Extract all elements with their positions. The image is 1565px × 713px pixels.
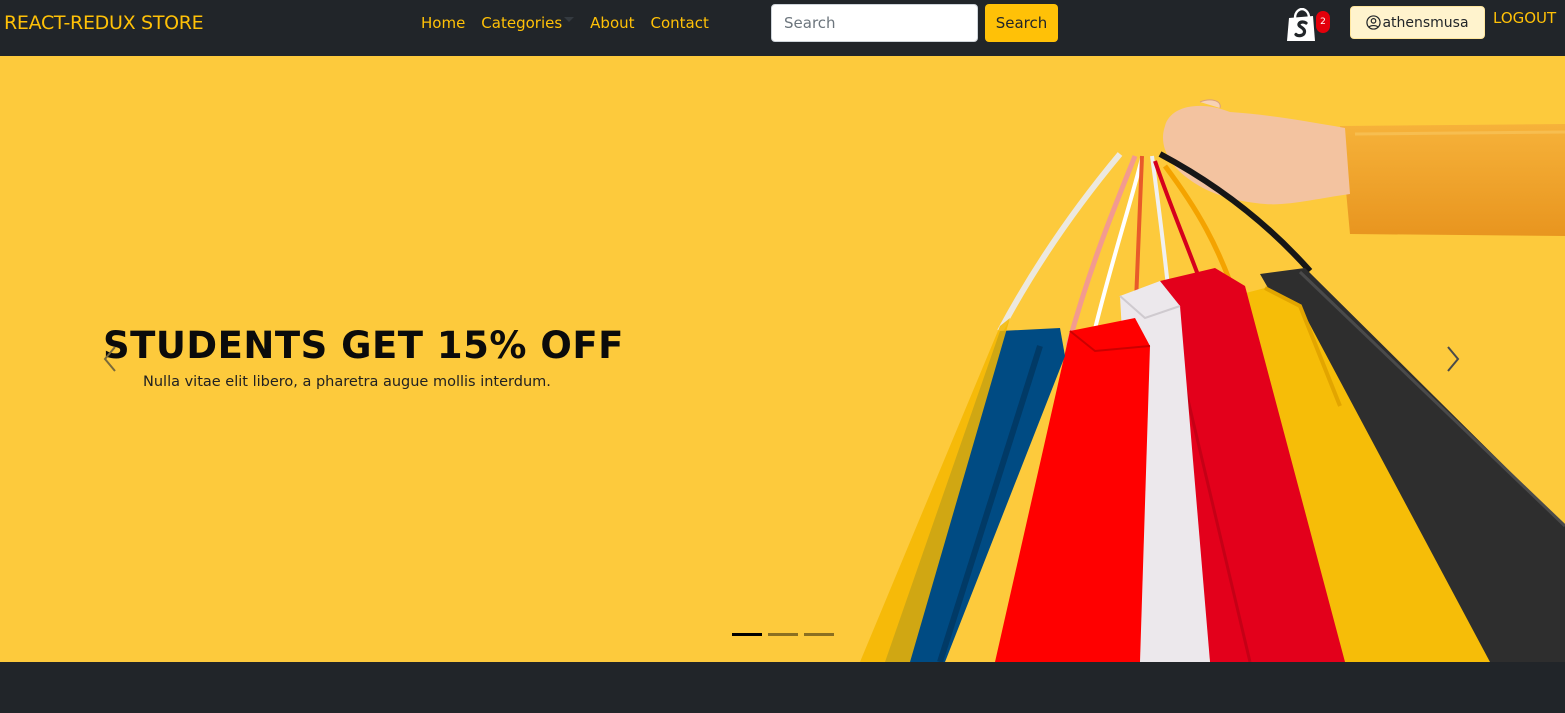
search-input[interactable] (771, 4, 978, 42)
slide-caption: STUDENTS GET 15% OFF Nulla vitae elit li… (103, 324, 624, 390)
cart-count-badge: 2 (1316, 11, 1330, 33)
user-circle-icon (1366, 15, 1382, 30)
slide-title: STUDENTS GET 15% OFF (103, 324, 624, 367)
carousel-indicator-3[interactable] (804, 633, 834, 636)
search-button[interactable]: Search (985, 4, 1058, 42)
chevron-right-icon (1447, 346, 1460, 372)
brand-link[interactable]: REACT-REDUX STORE (4, 12, 204, 34)
hero-carousel: STUDENTS GET 15% OFF Nulla vitae elit li… (0, 56, 1565, 662)
nav-link-categories[interactable]: Categories (481, 14, 575, 32)
slide-text: Nulla vitae elit libero, a pharetra augu… (143, 374, 551, 390)
page-footer-band (0, 662, 1565, 713)
carousel-indicator-1[interactable] (732, 633, 762, 636)
username-label: athensmusa (1382, 14, 1469, 31)
carousel-prev-button[interactable] (100, 342, 120, 380)
carousel-next-button[interactable] (1443, 342, 1463, 380)
nav-link-categories-label: Categories (481, 14, 563, 32)
caret-down-icon (564, 16, 575, 22)
navbar: REACT-REDUX STORE Home Categories About … (0, 0, 1565, 56)
nav-link-about[interactable]: About (590, 14, 634, 32)
carousel-indicator-2[interactable] (768, 633, 798, 636)
nav-links: Home Categories About Contact (421, 14, 709, 32)
logout-link[interactable]: LOGOUT (1493, 9, 1556, 27)
chevron-left-icon (103, 346, 116, 372)
nav-link-contact[interactable]: Contact (651, 14, 709, 32)
carousel-indicators (732, 633, 834, 636)
user-account-button[interactable]: athensmusa (1350, 6, 1485, 39)
nav-link-home[interactable]: Home (421, 14, 465, 32)
cart-button[interactable]: 2 (1286, 8, 1332, 42)
shopify-bag-icon (1287, 8, 1315, 41)
